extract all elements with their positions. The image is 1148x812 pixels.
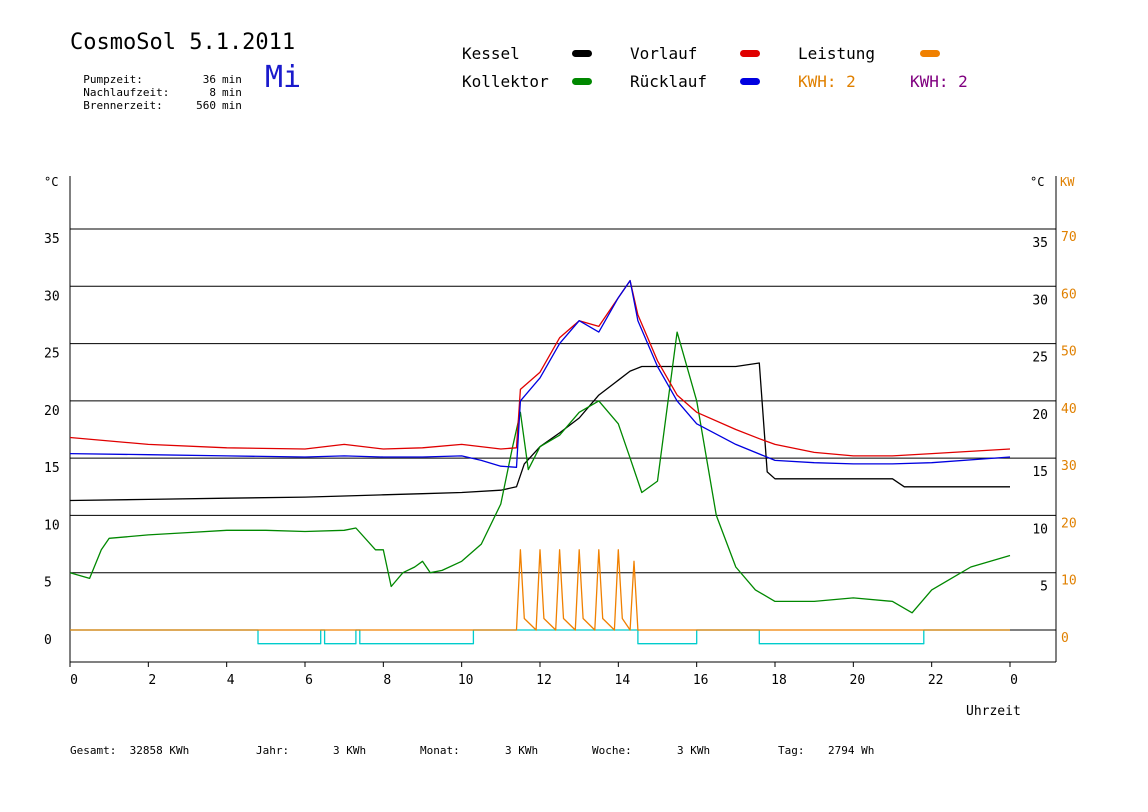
y-tick-label-right-kw: 70 (1061, 230, 1077, 245)
footer-woche-value: 3 KWh (677, 744, 711, 757)
y-tick-label-right-c: 15 (1032, 465, 1048, 480)
y-tick-label-right-c: 30 (1032, 293, 1048, 308)
x-tick-label: 2 (148, 673, 156, 688)
footer-woche-label: Woche: (592, 744, 632, 757)
y-tick-label-right-c: 10 (1032, 522, 1048, 537)
x-tick-label: 14 (615, 673, 631, 688)
y-tick-label-left: 5 (44, 576, 52, 591)
x-tick-label: 18 (771, 673, 787, 688)
x-tick-label: 0 (1010, 673, 1018, 688)
y-tick-label-left: 10 (44, 518, 60, 533)
y-tick-label-right-kw: 40 (1061, 402, 1077, 417)
y-tick-label-right-c: 35 (1032, 236, 1048, 251)
footer-gesamt-label: Gesamt: (70, 744, 117, 757)
x-tick-label: 6 (305, 673, 313, 688)
temperature-chart: °C °C KW0510152025303551015202530350102030… (44, 175, 1077, 719)
y-tick-label-left: 0 (44, 633, 52, 648)
y-tick-label-left: 35 (44, 232, 60, 247)
x-axis-label: Uhrzeit (966, 704, 1021, 719)
series-line-leistung (70, 549, 1010, 631)
series-line-pumpe (70, 629, 1010, 645)
footer-gesamt-value: 32858 KWh (129, 744, 190, 757)
y-tick-label-left: 25 (44, 347, 60, 362)
y-tick-label-left: 15 (44, 461, 60, 476)
footer-monat-value: 3 KWh (505, 744, 539, 757)
y-axis-unit-right-c: °C (1030, 175, 1044, 189)
y-tick-label-right-c: 20 (1032, 408, 1048, 423)
footer-monat-label: Monat: (420, 744, 460, 757)
y-tick-label-left: 20 (44, 404, 60, 419)
y-tick-label-right-kw: 20 (1061, 516, 1077, 531)
series-line-kollektor (69, 331, 1011, 614)
y-tick-label-right-kw: 10 (1061, 574, 1077, 589)
x-tick-label: 8 (383, 673, 391, 688)
x-tick-label: 16 (693, 673, 709, 688)
footer-jahr-label: Jahr: (256, 744, 290, 757)
series-line-ruecklauf (69, 279, 1011, 468)
y-tick-label-right-kw: 30 (1061, 459, 1077, 474)
x-tick-label: 4 (227, 673, 235, 688)
x-tick-label: 10 (458, 673, 474, 688)
x-tick-label: 22 (928, 673, 944, 688)
footer-gesamt: Gesamt: 32858 KWh (70, 744, 189, 757)
series-line-vorlauf (69, 279, 1011, 457)
footer-tag-label: Tag: (778, 744, 805, 757)
y-tick-label-right-c: 5 (1040, 580, 1048, 595)
y-tick-label-left: 30 (44, 289, 60, 304)
footer-jahr-value: 3 KWh (333, 744, 367, 757)
y-axis-unit-left: °C (44, 175, 58, 189)
y-tick-label-right-c: 25 (1032, 351, 1048, 366)
footer-tag-value: 2794 Wh (828, 744, 875, 757)
x-tick-label: 12 (536, 673, 552, 688)
x-tick-label: 20 (850, 673, 866, 688)
series-line-kessel (69, 362, 1010, 502)
x-tick-label: 0 (70, 673, 78, 688)
y-tick-label-right-kw: 60 (1061, 287, 1077, 302)
y-tick-label-right-kw: 50 (1061, 345, 1077, 360)
y-axis-unit-right-kw: KW (1060, 175, 1075, 189)
y-tick-label-right-kw: 0 (1061, 631, 1069, 646)
